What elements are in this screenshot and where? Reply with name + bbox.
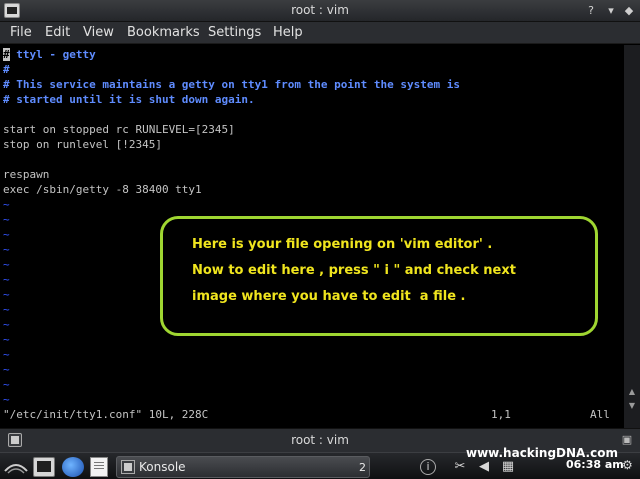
empty-line-tilde: ~: [3, 273, 10, 286]
info-icon[interactable]: i: [420, 459, 436, 475]
empty-line-tilde: ~: [3, 243, 10, 256]
editor-line-9: respawn: [3, 168, 50, 181]
empty-line-tilde: ~: [3, 333, 10, 346]
window-title: root : vim: [291, 3, 349, 17]
empty-line-tilde: ~: [3, 363, 10, 376]
menu-view[interactable]: View: [83, 25, 114, 40]
menu-bookmarks[interactable]: Bookmarks: [127, 25, 200, 40]
browser-launcher-icon[interactable]: [62, 457, 84, 477]
editor-line-1-text: ttyl - getty: [9, 48, 96, 61]
maximize-icon[interactable]: ◆: [622, 4, 636, 18]
editor-line-1: # ttyl - getty: [3, 47, 96, 62]
menu-settings[interactable]: Settings: [208, 25, 261, 40]
minimize-icon[interactable]: ▾: [604, 4, 618, 18]
help-icon[interactable]: ?: [584, 4, 598, 18]
empty-line-tilde: ~: [3, 258, 10, 271]
callout-line-1: Here is your file opening on 'vim editor…: [192, 237, 493, 252]
konsole-task-icon: [121, 460, 135, 474]
editor-line-6: start on stopped rc RUNLEVEL=[2345]: [3, 123, 235, 136]
task-label: Konsole: [139, 460, 186, 474]
editor-line-4: # started until it is shut down again.: [3, 93, 255, 106]
editor-line-3: # This service maintains a getty on tty1…: [3, 78, 460, 91]
status-file-info: "/etc/init/tty1.conf" 10L, 228C: [3, 408, 209, 421]
status-cursor-position: 1,1: [491, 408, 511, 421]
editor-line-7: stop on runlevel [!2345]: [3, 138, 162, 151]
clock-settings-icon[interactable]: ⚙: [622, 458, 636, 472]
window-titlebar: root : vim ? ▾ ◆: [0, 0, 640, 22]
text-cursor: #: [3, 48, 10, 61]
tab-title[interactable]: root : vim: [0, 433, 640, 447]
editor-line-10: exec /sbin/getty -8 38400 tty1: [3, 183, 202, 196]
empty-line-tilde: ~: [3, 393, 10, 406]
empty-line-tilde: ~: [3, 318, 10, 331]
kde-menu-icon[interactable]: [3, 457, 29, 477]
menu-help[interactable]: Help: [273, 25, 303, 40]
close-tab-icon[interactable]: ▣: [620, 433, 634, 447]
empty-line-tilde: ~: [3, 228, 10, 241]
empty-line-tilde: ~: [3, 378, 10, 391]
scroll-up-icon[interactable]: ▲: [627, 387, 637, 396]
empty-line-tilde: ~: [3, 303, 10, 316]
callout-line-3: image where you have to edit a file .: [192, 289, 466, 304]
task-count: 2: [359, 461, 366, 474]
scrollbar[interactable]: ▲ ▼: [624, 45, 640, 428]
notes-launcher-icon[interactable]: [90, 457, 108, 477]
terminal-launcher-icon[interactable]: [33, 457, 55, 477]
empty-line-tilde: ~: [3, 198, 10, 211]
menu-edit[interactable]: Edit: [45, 25, 70, 40]
taskbar-task-konsole[interactable]: Konsole 2: [116, 456, 370, 478]
menu-file[interactable]: File: [10, 25, 32, 40]
empty-line-tilde: ~: [3, 288, 10, 301]
empty-line-tilde: ~: [3, 213, 10, 226]
tutorial-callout: Here is your file opening on 'vim editor…: [160, 216, 598, 336]
callout-line-2: Now to edit here , press " i " and check…: [192, 263, 516, 278]
empty-line-tilde: ~: [3, 348, 10, 361]
menu-bar: File Edit View Bookmarks Settings Help: [0, 22, 640, 44]
editor-line-2: #: [3, 63, 10, 76]
scroll-down-icon[interactable]: ▼: [627, 401, 637, 410]
clock[interactable]: 06:38 am: [566, 458, 624, 471]
status-scroll: All: [590, 408, 610, 421]
